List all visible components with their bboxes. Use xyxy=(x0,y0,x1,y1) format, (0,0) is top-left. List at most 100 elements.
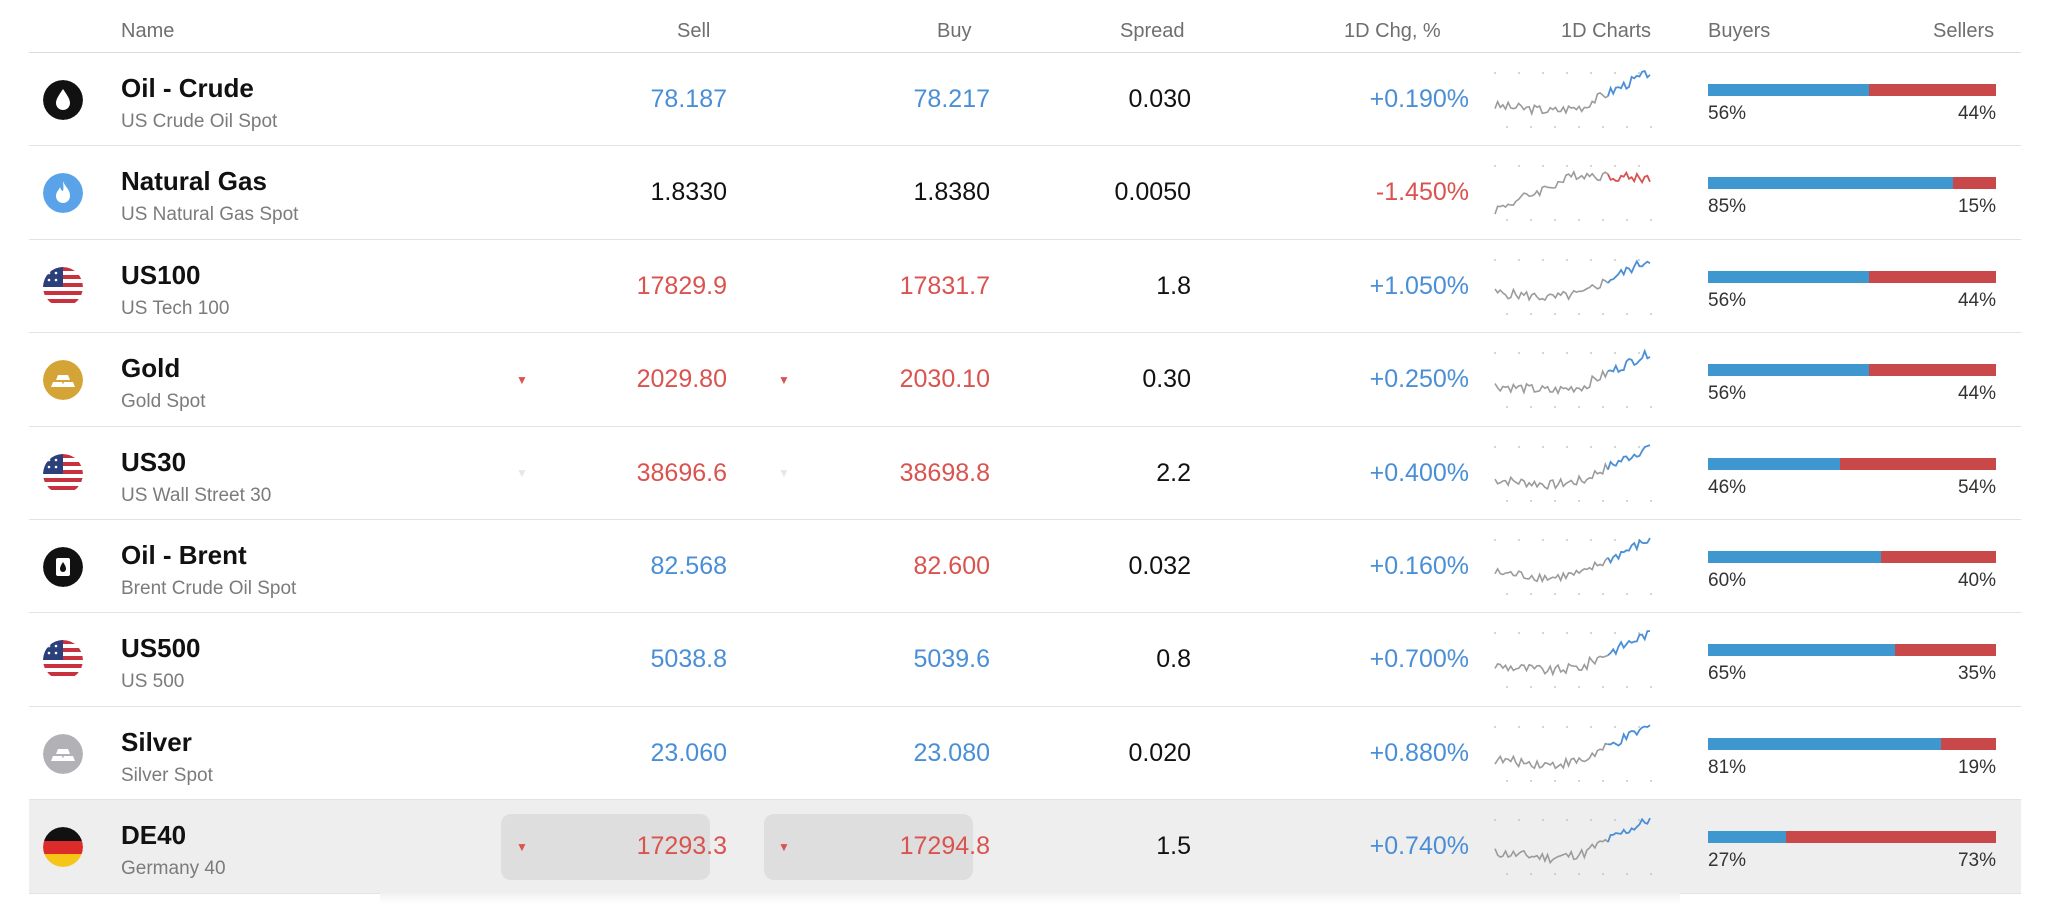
sparkline-dot xyxy=(1650,126,1652,128)
table-row[interactable]: US500 US 500 5038.8 5039.6 0.8 +0.700% 6… xyxy=(29,613,2021,707)
sparkline-dot xyxy=(1566,819,1568,822)
header-name[interactable]: Name xyxy=(121,20,174,43)
buy-price[interactable]: 17294.8 xyxy=(763,800,990,893)
sparkline-dot xyxy=(1518,445,1520,448)
sparkline-dot xyxy=(1530,499,1532,502)
table-row[interactable]: DE40 Germany 40 ▼ ▼ 17293.3 17294.8 1.5 … xyxy=(29,800,2021,894)
sellers-percent: 44% xyxy=(1957,289,1996,311)
sparkline-history xyxy=(1494,278,1609,302)
us-flag-icon xyxy=(43,640,83,681)
instrument-name[interactable]: US100 xyxy=(121,260,201,291)
buy-price[interactable]: 2030.10 xyxy=(763,333,990,426)
sparkline-dot xyxy=(1626,686,1628,689)
table-row[interactable]: US30 US Wall Street 30 ▼ ▼ 38696.6 38698… xyxy=(29,426,2021,520)
sparkline-dot xyxy=(1518,165,1520,168)
sparkline-dot xyxy=(1638,632,1640,635)
daily-change: +0.190% xyxy=(1369,85,1469,113)
table-row[interactable]: Oil - Brent Brent Crude Oil Spot 82.568 … xyxy=(29,519,2021,614)
daily-change: +0.740% xyxy=(1369,832,1469,861)
sparkline-dot xyxy=(1566,165,1568,168)
instrument-name[interactable]: Natural Gas xyxy=(121,166,267,197)
sparkline-dot xyxy=(1602,499,1604,502)
sparkline-dot xyxy=(1506,126,1508,128)
buyers-bar xyxy=(1708,84,1870,96)
sell-price[interactable]: 17829.9 xyxy=(500,240,727,333)
header-spread[interactable]: Spread xyxy=(1120,20,1185,43)
buyers-bar xyxy=(1708,457,1841,470)
sparkline-dot xyxy=(1602,779,1604,782)
sell-price[interactable]: 5038.8 xyxy=(500,613,727,706)
sellers-bar xyxy=(1869,270,1996,283)
table-row[interactable]: Gold Gold Spot ▼ ▼ 2029.80 2030.10 0.30 … xyxy=(29,333,2021,427)
daily-change: +1.050% xyxy=(1369,271,1469,300)
sell-price[interactable]: 23.060 xyxy=(500,707,727,800)
sparkline-dot xyxy=(1638,258,1640,261)
sparkline-dot xyxy=(1506,406,1508,409)
sentiment-bar xyxy=(1708,177,1996,190)
sparkline-recent xyxy=(1607,171,1651,185)
daily-change: +0.700% xyxy=(1369,645,1469,674)
table-row[interactable]: US100 US Tech 100 17829.9 17831.7 1.8 +1… xyxy=(29,239,2021,334)
sparkline-dot xyxy=(1602,219,1604,222)
header-buy[interactable]: Buy xyxy=(937,20,971,43)
sell-price[interactable]: 1.8330 xyxy=(500,146,727,239)
sparkline-dot xyxy=(1626,873,1628,876)
sellers-percent: 54% xyxy=(1957,476,1996,498)
instrument-name[interactable]: DE40 xyxy=(121,820,186,851)
sparkline-dot xyxy=(1530,686,1532,689)
sparkline-dot xyxy=(1506,593,1508,595)
buy-price[interactable]: 1.8380 xyxy=(763,146,990,239)
sparkline-dot xyxy=(1626,219,1628,222)
sparkline-dot xyxy=(1518,539,1520,541)
sparkline-dot xyxy=(1626,126,1628,128)
header-sell[interactable]: Sell xyxy=(677,20,710,43)
sparkline-dot xyxy=(1554,499,1556,502)
buy-price[interactable]: 78.217 xyxy=(763,53,990,146)
buy-price[interactable]: 38698.8 xyxy=(763,427,990,520)
instrument-name[interactable]: Oil - Brent xyxy=(121,540,247,571)
instrument-table: Name Sell Buy Spread 1D Chg, % 1D Charts… xyxy=(29,0,2021,894)
table-row[interactable]: Oil - Crude US Crude Oil Spot 78.187 78.… xyxy=(29,53,2021,147)
buy-price[interactable]: 23.080 xyxy=(763,707,990,800)
sparkline-dot xyxy=(1578,779,1580,782)
sell-price[interactable]: 82.568 xyxy=(500,520,727,613)
us-flag-icon xyxy=(43,266,83,307)
header-chg[interactable]: 1D Chg, % xyxy=(1344,20,1441,43)
instrument-name[interactable]: Silver xyxy=(121,727,192,758)
sellers-percent: 44% xyxy=(1957,383,1996,405)
sparkline-dot xyxy=(1650,499,1652,502)
instrument-name[interactable]: US500 xyxy=(121,633,201,664)
sentiment-bar xyxy=(1708,737,1996,750)
sell-price[interactable]: 78.187 xyxy=(500,53,727,146)
sparkline-dot xyxy=(1554,126,1556,128)
instrument-name[interactable]: Oil - Crude xyxy=(121,73,254,104)
buy-price[interactable]: 17831.7 xyxy=(763,240,990,333)
sell-price[interactable]: 2029.80 xyxy=(500,333,727,426)
table-row[interactable]: Silver Silver Spot 23.060 23.080 0.020 +… xyxy=(29,706,2021,801)
sparkline-dot xyxy=(1590,258,1592,261)
instrument-subtitle: Silver Spot xyxy=(121,764,213,786)
instrument-subtitle: US Tech 100 xyxy=(121,297,230,319)
sparkline-history xyxy=(1494,838,1609,865)
sparkline-recent xyxy=(1607,259,1651,284)
sparkline-dot xyxy=(1494,72,1496,74)
sparkline-dot xyxy=(1626,779,1628,782)
sellers-percent: 19% xyxy=(1957,756,1996,778)
sparkline-dot xyxy=(1518,258,1520,261)
sell-price[interactable]: 38696.6 xyxy=(500,427,727,520)
sparkline-recent xyxy=(1607,630,1650,657)
sparkline-dot xyxy=(1518,72,1520,74)
instrument-name[interactable]: US30 xyxy=(121,447,186,478)
sparkline-dot xyxy=(1506,779,1508,782)
instrument-name[interactable]: Gold xyxy=(121,353,180,384)
sell-price[interactable]: 17293.3 xyxy=(500,800,727,893)
sparkline-history xyxy=(1494,742,1609,770)
instrument-subtitle: Brent Crude Oil Spot xyxy=(121,577,297,599)
table-row[interactable]: Natural Gas US Natural Gas Spot 1.8330 1… xyxy=(29,146,2021,240)
sparkline-chart xyxy=(1494,258,1652,315)
sellers-bar xyxy=(1895,644,1996,657)
buy-price[interactable]: 5039.6 xyxy=(763,613,990,706)
sparkline-recent xyxy=(1607,348,1651,374)
instrument-subtitle: US Wall Street 30 xyxy=(121,484,272,506)
buy-price[interactable]: 82.600 xyxy=(763,520,990,613)
